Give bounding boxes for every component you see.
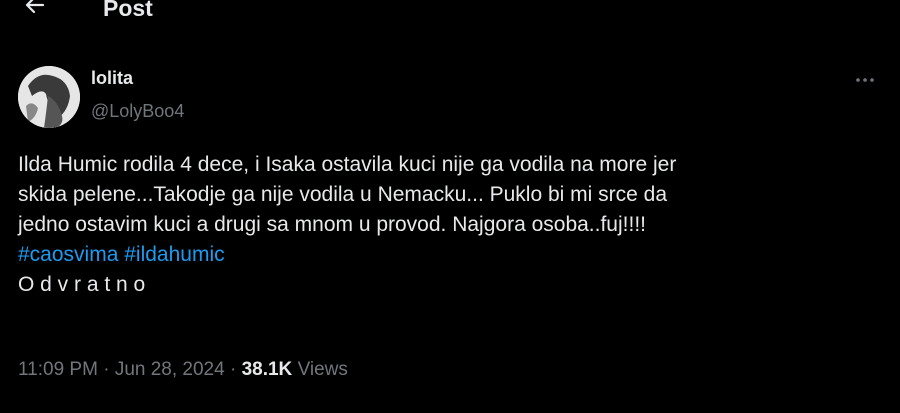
tweet-line: Ilda Humic rodila 4 dece, i Isaka ostavi… [18, 153, 677, 176]
tweet-line: jedno ostavim kuci a drugi sa mnom u pro… [18, 213, 646, 236]
meta-separator: · [229, 359, 237, 380]
tweet-meta: 11:09 PM · Jun 28, 2024 · 38.1K Views [18, 359, 348, 381]
hashtag-link[interactable]: #caosvima [18, 243, 118, 266]
views-count: 38.1K [241, 359, 293, 380]
views-label: Views [297, 359, 348, 380]
hashtag-link[interactable]: #ildahumic [124, 243, 224, 266]
more-horizontal-icon [856, 78, 874, 82]
author-display-name[interactable]: lolita [91, 68, 133, 89]
tweet-date[interactable]: Jun 28, 2024 [115, 359, 225, 380]
back-button[interactable] [18, 0, 52, 22]
tweet-signature: O d v r a t n o [18, 273, 146, 296]
avatar-image [18, 66, 80, 128]
author-handle[interactable]: @LolyBoo4 [91, 101, 184, 122]
hashtag-line: #caosvima #ildahumic [18, 240, 878, 270]
arrow-left-icon [25, 0, 45, 14]
tweet-line: skida pelene...Takodje ga nije vodila u … [18, 183, 668, 206]
more-options-button[interactable] [850, 68, 880, 92]
page-title: Post [103, 0, 153, 21]
tweet-text: Ilda Humic rodila 4 dece, i Isaka ostavi… [18, 150, 878, 300]
post-header: Post [0, 0, 900, 26]
tweet-time[interactable]: 11:09 PM [18, 359, 98, 380]
avatar[interactable] [18, 66, 80, 128]
meta-separator: · [103, 359, 110, 380]
